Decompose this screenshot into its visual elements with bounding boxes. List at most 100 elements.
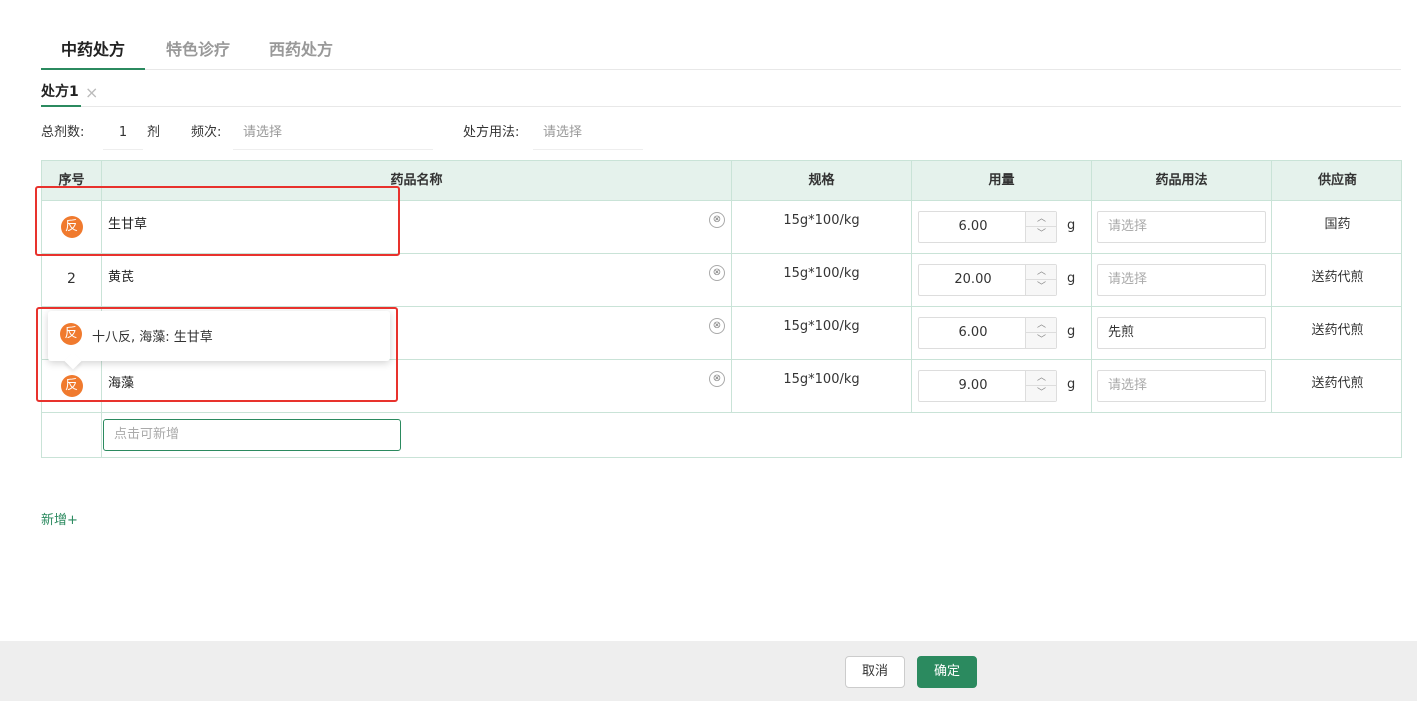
spec-value: 15g*100/kg <box>783 319 860 334</box>
drug-name: 生甘草 <box>108 217 148 232</box>
supplier-value: 送药代煎 <box>1311 270 1364 285</box>
header-supplier: 供应商 <box>1317 173 1357 188</box>
total-doses-label: 总剂数: <box>41 125 85 140</box>
usage-select[interactable]: 请选择 <box>1097 370 1266 402</box>
add-drug-input[interactable]: 点击可新增 <box>103 419 401 451</box>
usage-cell: 请选择 <box>1092 360 1272 413</box>
drug-name-cell[interactable]: 生甘草 ⊗ <box>102 201 732 254</box>
chevron-down-icon[interactable]: ﹀ <box>1026 386 1057 401</box>
conflict-badge: 反 <box>60 323 82 345</box>
chevron-up-icon[interactable]: ︿ <box>1026 371 1057 386</box>
amount-stepper[interactable]: 20.00 ︿ ﹀ <box>918 264 1057 296</box>
drug-name-cell[interactable]: 海藻 ⊗ <box>102 360 732 413</box>
supplier-value: 国药 <box>1324 217 1351 232</box>
supplier-cell: 送药代煎 <box>1272 254 1403 307</box>
chevron-down-icon[interactable]: ﹀ <box>1026 333 1057 348</box>
chevron-up-icon[interactable]: ︿ <box>1026 265 1057 280</box>
amount-value[interactable]: 6.00 <box>919 212 1027 242</box>
drug-name-cell[interactable]: 黄芪 ⊗ <box>102 254 732 307</box>
supplier-cell: 国药 <box>1272 201 1403 254</box>
chevron-up-icon[interactable]: ︿ <box>1026 212 1057 227</box>
spec-value: 15g*100/kg <box>783 372 860 387</box>
chevron-up-icon[interactable]: ︿ <box>1026 318 1057 333</box>
spec-cell: 15g*100/kg <box>732 201 912 254</box>
amount-value[interactable]: 20.00 <box>919 265 1027 295</box>
stepper-buttons: ︿ ﹀ <box>1025 371 1057 401</box>
tab-special-treatment[interactable]: 特色诊疗 <box>166 36 230 70</box>
drug-name: 黄芪 <box>108 270 135 285</box>
add-prescription-link[interactable]: 新增+ <box>41 509 78 528</box>
usage-cell: 先煎 <box>1092 307 1272 360</box>
amount-unit: g <box>1067 377 1076 392</box>
supplier-value: 送药代煎 <box>1311 323 1364 338</box>
tab-chinese-medicine[interactable]: 中药处方 <box>41 36 145 70</box>
stepper-buttons: ︿ ﹀ <box>1025 212 1057 242</box>
amount-cell: 9.00 ︿ ﹀ g <box>912 360 1092 413</box>
seq-number: 2 <box>67 271 76 287</box>
prescription-form: 总剂数: 1 剂 频次: 请选择 处方用法: 请选择 <box>41 118 941 150</box>
seq-cell <box>42 413 102 458</box>
subtab-prescription-1[interactable]: 处方1 <box>41 81 81 107</box>
usage-cell: 请选择 <box>1092 201 1272 254</box>
clear-icon[interactable]: ⊗ <box>709 371 725 387</box>
spec-value: 15g*100/kg <box>783 266 860 281</box>
header-drug-usage: 药品用法 <box>1092 161 1272 201</box>
conflict-message: 十八反, 海藻: 生甘草 <box>92 330 213 345</box>
amount-cell: 6.00 ︿ ﹀ g <box>912 307 1092 360</box>
clear-icon[interactable]: ⊗ <box>709 318 725 334</box>
frequency-select[interactable]: 请选择 <box>233 118 433 150</box>
table-header: 序号 药品名称 规格 用量 药品用法 供应商 <box>42 161 1401 201</box>
chevron-down-icon[interactable]: ﹀ <box>1026 227 1057 242</box>
amount-unit: g <box>1067 218 1076 233</box>
tab-western-medicine[interactable]: 西药处方 <box>269 36 333 70</box>
amount-unit: g <box>1067 271 1076 286</box>
footer-bar: 取消 确定 <box>0 641 1417 701</box>
header-amount: 用量 <box>912 161 1092 201</box>
seq-cell: 2 <box>42 254 102 307</box>
stepper-buttons: ︿ ﹀ <box>1025 318 1057 348</box>
usage-method-select[interactable]: 请选择 <box>533 118 643 150</box>
seq-cell: 反 <box>42 201 102 254</box>
table-row: 2 黄芪 ⊗ 15g*100/kg 20.00 ︿ ﹀ g 请选择 送药代煎 <box>42 254 1401 307</box>
spec-cell: 15g*100/kg <box>732 254 912 307</box>
usage-select[interactable]: 请选择 <box>1097 264 1266 296</box>
supplier-cell: 送药代煎 <box>1272 360 1403 413</box>
prescription-tabs: 中药处方 特色诊疗 西药处方 <box>41 30 1401 70</box>
confirm-button[interactable]: 确定 <box>917 656 977 688</box>
conflict-popover: 反 十八反, 海藻: 生甘草 <box>48 311 390 370</box>
prescription-subtabs: 处方1 × <box>41 78 1401 107</box>
amount-cell: 6.00 ︿ ﹀ g <box>912 201 1092 254</box>
header-spec: 规格 <box>732 161 912 201</box>
amount-unit: g <box>1067 324 1076 339</box>
supplier-value: 送药代煎 <box>1311 376 1364 391</box>
usage-cell: 请选择 <box>1092 254 1272 307</box>
usage-select[interactable]: 先煎 <box>1097 317 1266 349</box>
amount-stepper[interactable]: 6.00 ︿ ﹀ <box>918 211 1057 243</box>
spec-cell: 15g*100/kg <box>732 360 912 413</box>
header-drug-name: 药品名称 <box>102 161 732 201</box>
amount-value[interactable]: 9.00 <box>919 371 1027 401</box>
amount-cell: 20.00 ︿ ﹀ g <box>912 254 1092 307</box>
table-row: 反 生甘草 ⊗ 15g*100/kg 6.00 ︿ ﹀ g 请选择 国药 <box>42 201 1401 254</box>
usage-method-label: 处方用法: <box>463 125 520 140</box>
amount-stepper[interactable]: 9.00 ︿ ﹀ <box>918 370 1057 402</box>
chevron-down-icon[interactable]: ﹀ <box>1026 280 1057 295</box>
amount-value[interactable]: 6.00 <box>919 318 1027 348</box>
drug-name: 海藻 <box>108 376 135 391</box>
herb-table: 序号 药品名称 规格 用量 药品用法 供应商 反 生甘草 ⊗ 15g*100/k… <box>41 160 1402 458</box>
supplier-cell: 送药代煎 <box>1272 307 1403 360</box>
clear-icon[interactable]: ⊗ <box>709 265 725 281</box>
conflict-badge[interactable]: 反 <box>60 216 83 238</box>
amount-stepper[interactable]: 6.00 ︿ ﹀ <box>918 317 1057 349</box>
table-row: 反 海藻 ⊗ 15g*100/kg 9.00 ︿ ﹀ g 请选择 送药代煎 <box>42 360 1401 413</box>
spec-cell: 15g*100/kg <box>732 307 912 360</box>
close-icon[interactable]: × <box>85 83 98 102</box>
usage-select[interactable]: 请选择 <box>1097 211 1266 243</box>
total-doses-input[interactable]: 1 <box>103 118 143 150</box>
spec-value: 15g*100/kg <box>783 213 860 228</box>
clear-icon[interactable]: ⊗ <box>709 212 725 228</box>
cancel-button[interactable]: 取消 <box>845 656 905 688</box>
header-seq: 序号 <box>42 161 102 201</box>
conflict-badge[interactable]: 反 <box>60 375 83 397</box>
total-doses-unit: 剂 <box>147 125 161 140</box>
